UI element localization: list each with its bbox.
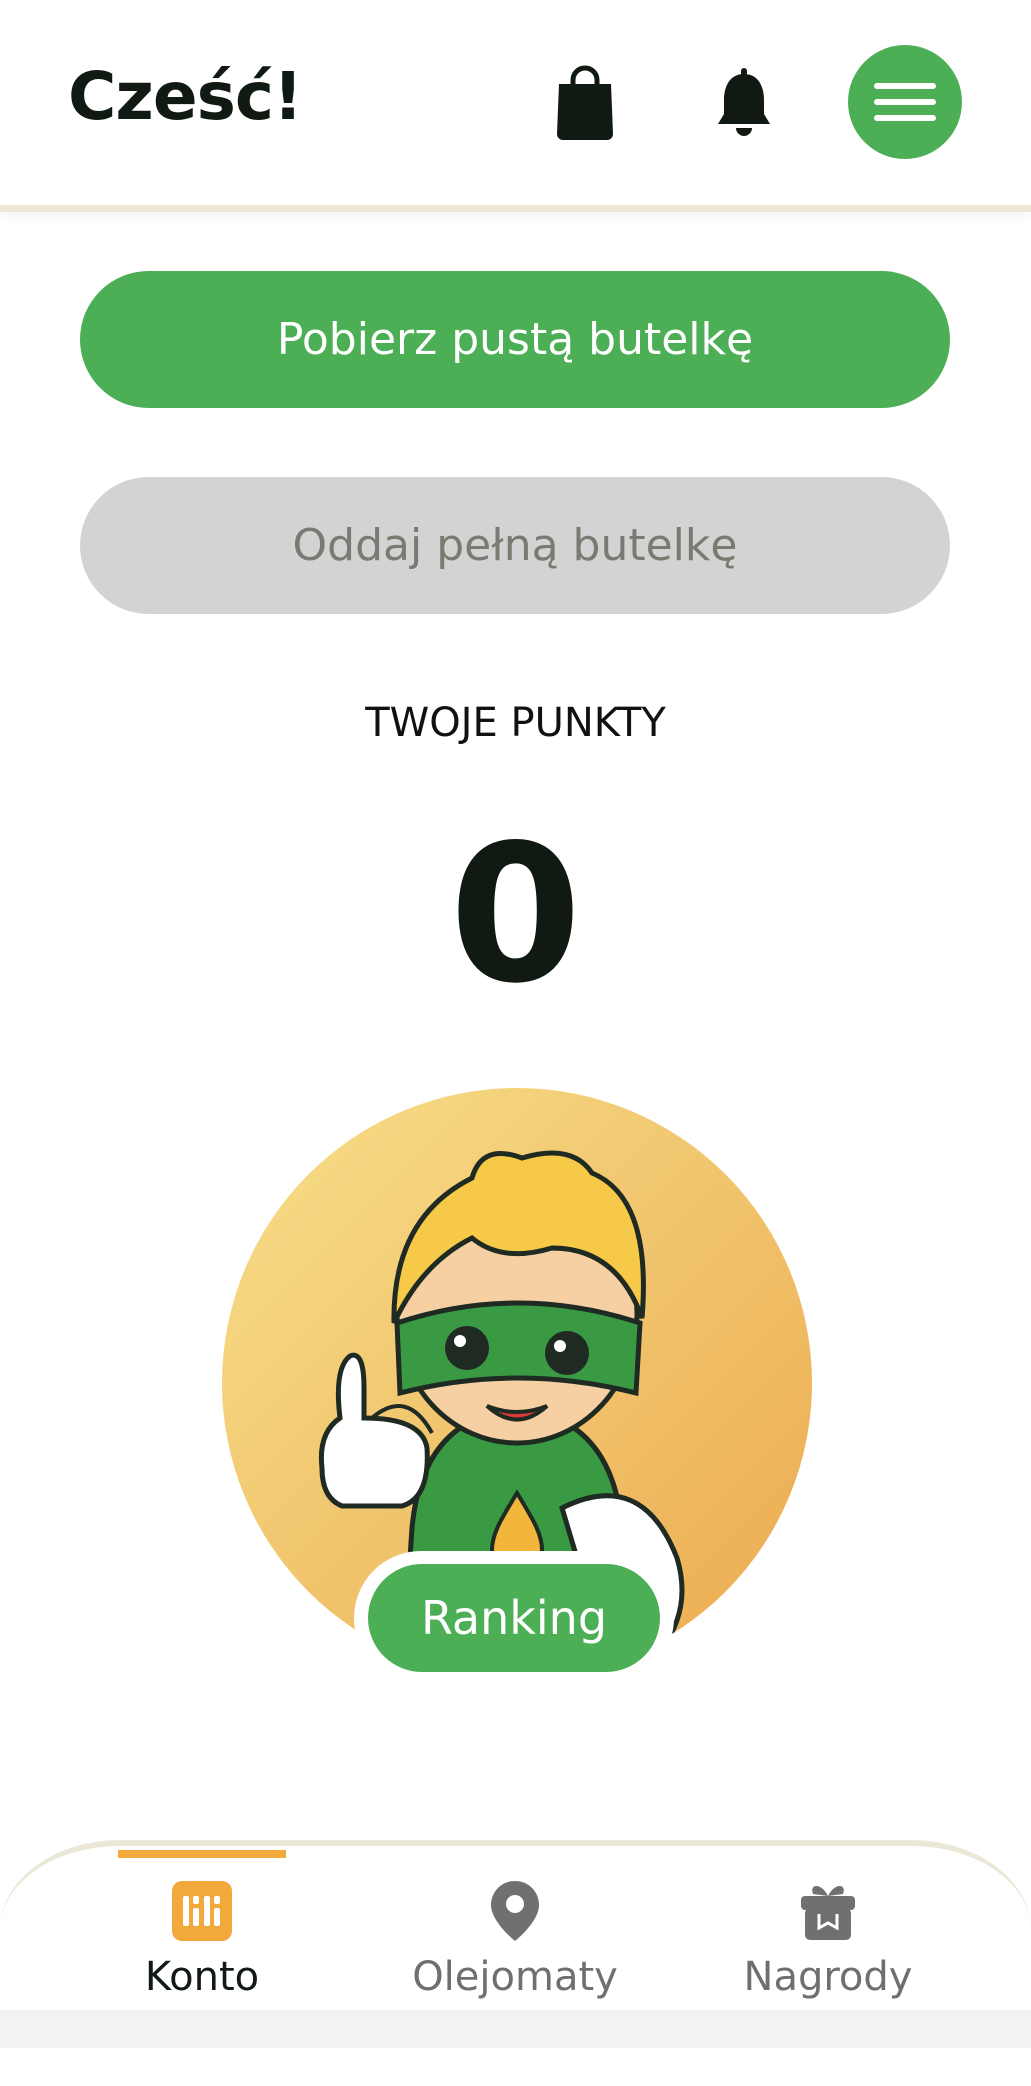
bell-icon[interactable] <box>714 62 774 142</box>
gift-icon <box>801 1886 855 1940</box>
nav-label-nagrody: Nagrody <box>743 1954 913 2000</box>
system-navigation-bar <box>0 2010 1031 2048</box>
active-tab-indicator <box>118 1850 286 1858</box>
greeting-title: Cześć! <box>68 58 303 135</box>
menu-icon-bar-top <box>874 83 936 89</box>
shopping-bag-icon[interactable] <box>555 62 615 142</box>
points-label: TWOJE PUNKTY <box>365 700 666 746</box>
menu-icon-bar-bottom <box>874 115 936 121</box>
account-icon <box>172 1881 232 1941</box>
nav-item-nagrody[interactable]: Nagrody <box>698 1878 958 2000</box>
points-value: 0 <box>449 804 582 1025</box>
nav-item-olejomaty[interactable]: Olejomaty <box>385 1878 645 2000</box>
get-empty-bottle-button[interactable]: Pobierz pustą butelkę <box>80 271 950 408</box>
nav-label-olejomaty: Olejomaty <box>412 1954 618 2000</box>
menu-icon-bar-middle <box>874 99 936 105</box>
return-full-bottle-button[interactable]: Oddaj pełną butelkę <box>80 477 950 614</box>
location-pin-icon <box>491 1881 539 1941</box>
nav-label-konto: Konto <box>144 1954 260 2000</box>
nav-item-konto[interactable]: Konto <box>72 1878 332 2000</box>
menu-button[interactable] <box>848 45 962 159</box>
ranking-button-wrapper: Ranking <box>354 1551 674 1685</box>
ranking-button[interactable]: Ranking <box>368 1564 660 1672</box>
